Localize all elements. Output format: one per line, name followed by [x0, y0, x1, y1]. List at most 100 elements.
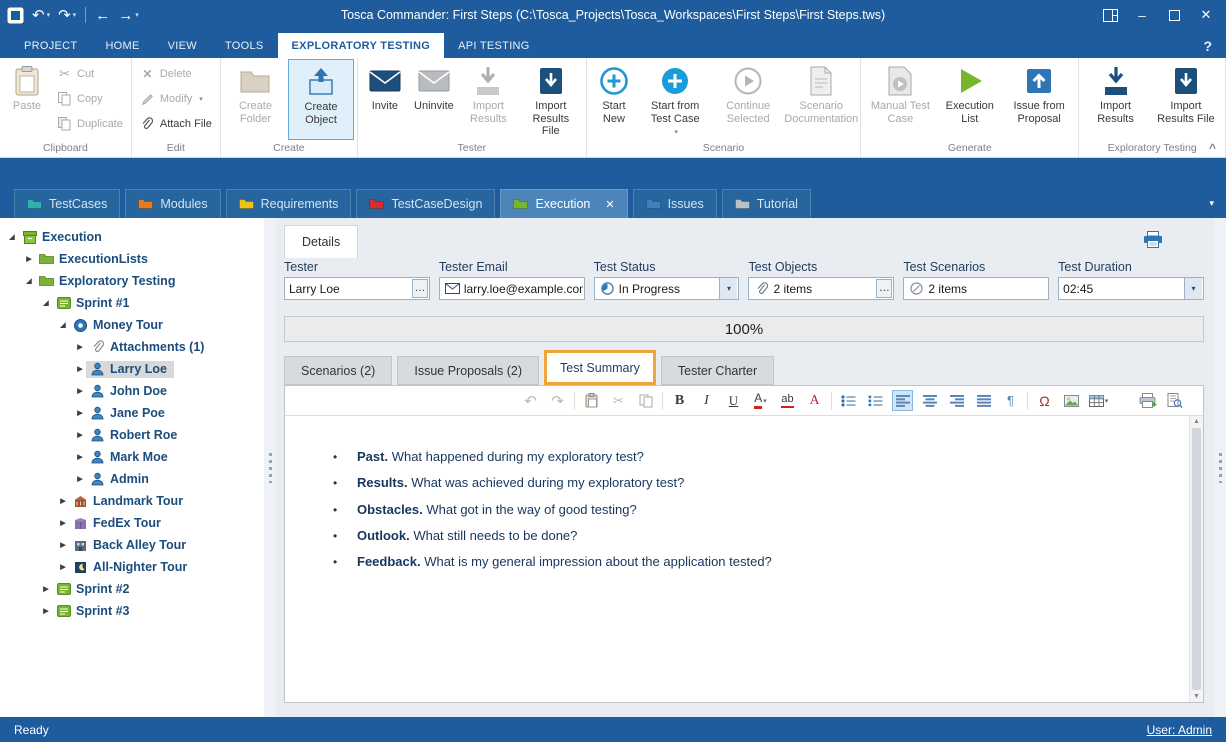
tester-input[interactable]: Larry Loe…	[284, 277, 430, 300]
symbol-icon[interactable]: Ω	[1034, 390, 1055, 411]
ellipsis-button[interactable]: …	[876, 279, 892, 298]
test-scenarios-input[interactable]: 2 items	[903, 277, 1049, 300]
underline-icon[interactable]: U	[723, 390, 744, 411]
ribbon-tab-exploratory-testing[interactable]: EXPLORATORY TESTING	[278, 33, 445, 58]
splitter-right[interactable]	[1214, 218, 1226, 717]
copy-button[interactable]: Copy	[52, 87, 128, 111]
scrollbar-thumb[interactable]	[1192, 428, 1201, 690]
test-duration-input[interactable]: 02:45▾	[1058, 277, 1204, 300]
document-tab-testcases[interactable]: TestCases	[14, 189, 120, 218]
collapsed-arrow-icon[interactable]: ▶	[40, 607, 52, 615]
attach-file-button[interactable]: Attach File	[135, 112, 217, 136]
user-link[interactable]: User: Admin	[1147, 723, 1212, 737]
help-icon[interactable]: ?	[1203, 38, 1212, 58]
create-folder-button[interactable]: Create Folder	[224, 59, 287, 140]
create-object-button[interactable]: Create Object	[288, 59, 354, 140]
font-icon[interactable]: A	[804, 390, 825, 411]
align-left-icon[interactable]	[892, 390, 913, 411]
collapsed-arrow-icon[interactable]: ▶	[57, 519, 69, 527]
preview-icon[interactable]	[1164, 390, 1185, 411]
subtab-issue-proposals-2[interactable]: Issue Proposals (2)	[397, 356, 539, 385]
minimize-button[interactable]: –	[1126, 1, 1158, 29]
dropdown-icon[interactable]: ▾	[1184, 278, 1202, 299]
numbered-list-icon[interactable]	[865, 390, 886, 411]
ribbon-tab-tools[interactable]: TOOLS	[211, 33, 278, 58]
document-tab-tutorial[interactable]: Tutorial	[722, 189, 811, 218]
close-icon[interactable]: ✕	[605, 198, 614, 211]
collapsed-arrow-icon[interactable]: ▶	[57, 563, 69, 571]
collapsed-arrow-icon[interactable]: ▶	[74, 431, 86, 439]
import-results-file-button[interactable]: Import Results File	[519, 59, 583, 140]
collapsed-arrow-icon[interactable]: ▶	[74, 409, 86, 417]
document-tab-execution[interactable]: Execution✕	[500, 189, 627, 218]
justify-icon[interactable]	[973, 390, 994, 411]
image-icon[interactable]	[1061, 390, 1082, 411]
collapsed-arrow-icon[interactable]: ▶	[23, 255, 35, 263]
tab-overflow-icon[interactable]: ▾	[1209, 198, 1214, 209]
export-icon[interactable]	[1137, 390, 1158, 411]
tree-item-sprint-3[interactable]: ▶Sprint #3	[0, 600, 264, 622]
layout-icon[interactable]	[1094, 1, 1126, 29]
tree-item-back-alley-tour[interactable]: ▶Back Alley Tour	[0, 534, 264, 556]
bold-icon[interactable]: B	[669, 390, 690, 411]
subtab-tester-charter[interactable]: Tester Charter	[661, 356, 774, 385]
close-button[interactable]: ✕	[1190, 1, 1222, 29]
execution-list-button[interactable]: Execution List	[937, 59, 1002, 140]
forward-button[interactable]: →▾	[115, 3, 142, 27]
cut-icon[interactable]: ✂	[608, 390, 629, 411]
collapsed-arrow-icon[interactable]: ▶	[57, 497, 69, 505]
ribbon-tab-home[interactable]: HOME	[91, 33, 153, 58]
subtab-test-summary[interactable]: Test Summary	[544, 350, 656, 385]
align-right-icon[interactable]	[946, 390, 967, 411]
ellipsis-button[interactable]: …	[412, 279, 428, 298]
tree-item-robert-roe[interactable]: ▶Robert Roe	[0, 424, 264, 446]
continue-selected-button[interactable]: Continue Selected	[712, 59, 784, 140]
redo-button[interactable]: ↷▾	[55, 3, 79, 27]
ribbon-tab-api-testing[interactable]: API TESTING	[444, 33, 544, 58]
ribbon-tab-view[interactable]: VIEW	[154, 33, 211, 58]
import-results-file-button[interactable]: Import Results File	[1150, 59, 1222, 140]
dropdown-icon[interactable]: ▾	[719, 278, 737, 299]
import-results-button[interactable]: Import Results	[1082, 59, 1149, 140]
tree-item-admin[interactable]: ▶Admin	[0, 468, 264, 490]
undo-button[interactable]: ↶▾	[29, 3, 53, 27]
maximize-button[interactable]	[1158, 1, 1190, 29]
splitter-left[interactable]	[264, 218, 276, 717]
table-icon[interactable]: ▾	[1088, 390, 1109, 411]
expanded-arrow-icon[interactable]: ◢	[23, 277, 35, 285]
collapsed-arrow-icon[interactable]: ▶	[74, 365, 86, 373]
tree-item-larry-loe[interactable]: ▶Larry Loe	[0, 358, 264, 380]
tester-email-input[interactable]: larry.loe@example.com	[439, 277, 585, 300]
collapsed-arrow-icon[interactable]: ▶	[57, 541, 69, 549]
paste-icon[interactable]	[581, 390, 602, 411]
tree-item-sprint-2[interactable]: ▶Sprint #2	[0, 578, 264, 600]
tree-item-money-tour[interactable]: ◢Money Tour	[0, 314, 264, 336]
tree-item-executionlists[interactable]: ▶ExecutionLists	[0, 248, 264, 270]
editor-body[interactable]: •Past. What happened during my explorato…	[285, 416, 1203, 702]
collapsed-arrow-icon[interactable]: ▶	[40, 585, 52, 593]
expanded-arrow-icon[interactable]: ◢	[6, 233, 18, 241]
print-icon[interactable]	[1142, 230, 1164, 248]
spellcheck-icon[interactable]: ab	[777, 390, 798, 411]
tree-item-landmark-tour[interactable]: ▶Landmark Tour	[0, 490, 264, 512]
align-center-icon[interactable]	[919, 390, 940, 411]
font-color-icon[interactable]: A▾	[750, 390, 771, 411]
copy-icon[interactable]	[635, 390, 656, 411]
document-tab-modules[interactable]: Modules	[125, 189, 220, 218]
document-tab-testcasedesign[interactable]: TestCaseDesign	[356, 189, 495, 218]
tab-details[interactable]: Details	[284, 225, 358, 258]
uninvite-button[interactable]: Uninvite	[410, 59, 458, 140]
expanded-arrow-icon[interactable]: ◢	[57, 321, 69, 329]
tree-item-fedex-tour[interactable]: ▶FedEx Tour	[0, 512, 264, 534]
paste-button[interactable]: Paste	[3, 59, 51, 140]
tree-item-execution[interactable]: ◢Execution	[0, 226, 264, 248]
collapsed-arrow-icon[interactable]: ▶	[74, 387, 86, 395]
test-status-input[interactable]: In Progress▾	[594, 277, 740, 300]
collapsed-arrow-icon[interactable]: ▶	[74, 475, 86, 483]
manual-test-case-button[interactable]: Manual Test Case	[864, 59, 936, 140]
collapsed-arrow-icon[interactable]: ▶	[74, 343, 86, 351]
scroll-down-icon[interactable]: ▼	[1193, 693, 1200, 700]
tree-item-sprint-1[interactable]: ◢Sprint #1	[0, 292, 264, 314]
italic-icon[interactable]: I	[696, 390, 717, 411]
ribbon-tab-project[interactable]: PROJECT	[10, 33, 91, 58]
